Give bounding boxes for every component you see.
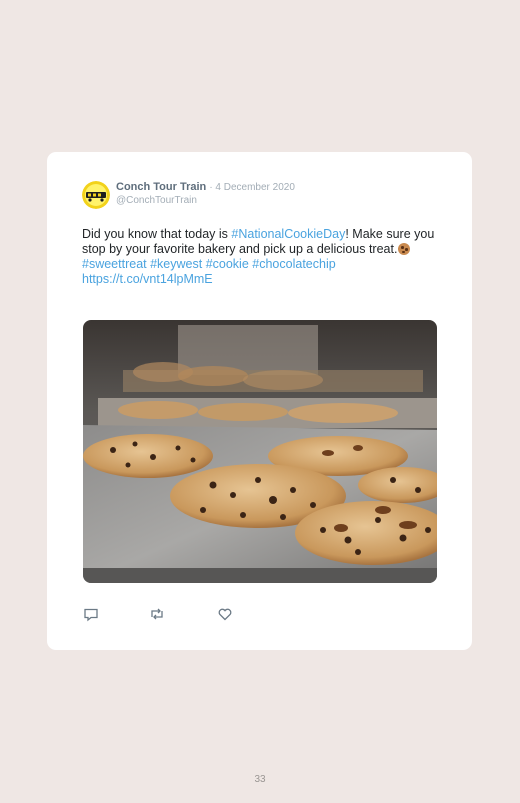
comment-icon[interactable] — [83, 606, 99, 622]
tweet-text-part-1: Did you know that today is — [82, 227, 232, 241]
hashtag-chocolatechip[interactable]: #chocolatechip — [252, 257, 335, 271]
tweet-author-line: Conch Tour Train · 4 December 2020 — [116, 181, 295, 193]
cookies-photo[interactable] — [83, 320, 437, 583]
retweet-icon[interactable] — [149, 606, 165, 622]
conch-tour-train-logo-avatar[interactable] — [82, 181, 110, 209]
heart-icon[interactable] — [217, 606, 233, 622]
tweet-actions — [83, 606, 283, 622]
hashtag-national-cookie-day[interactable]: #NationalCookieDay — [231, 227, 345, 241]
hashtag-keywest[interactable]: #keywest — [150, 257, 202, 271]
hashtag-cookie[interactable]: #cookie — [206, 257, 249, 271]
hashtag-sweettreat[interactable]: #sweettreat — [82, 257, 147, 271]
cookie-emoji-icon — [398, 243, 411, 255]
page-number: 33 — [254, 774, 266, 785]
tweet-date[interactable]: · 4 December 2020 — [209, 182, 295, 193]
tweet-link[interactable]: https://t.co/vnt14lpMmE — [82, 272, 213, 286]
display-name[interactable]: Conch Tour Train — [116, 181, 206, 193]
tweet-card: Conch Tour Train · 4 December 2020 @Conc… — [47, 152, 472, 650]
user-handle[interactable]: @ConchTourTrain — [116, 195, 197, 206]
tweet-text: Did you know that today is #NationalCook… — [82, 227, 442, 287]
